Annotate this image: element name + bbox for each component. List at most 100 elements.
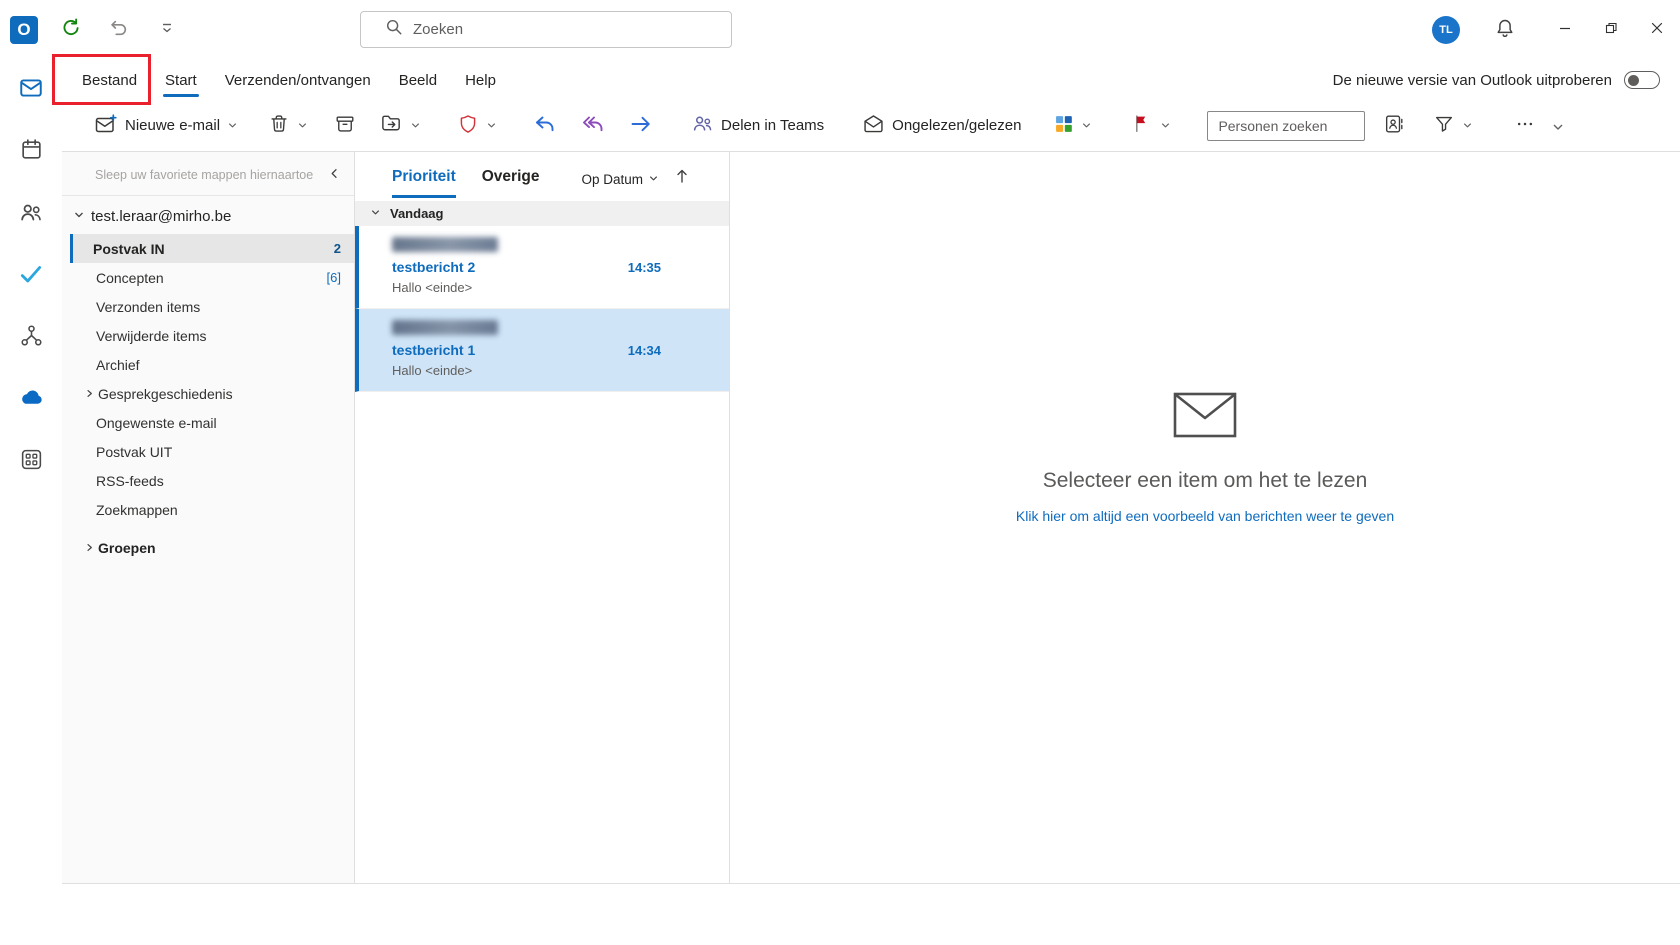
favorites-hint: Sleep uw favoriete mappen hiernaartoe — [95, 168, 354, 182]
message-preview: Hallo <einde> — [392, 363, 717, 378]
teams-icon — [691, 112, 714, 139]
folder-label: Archief — [96, 357, 140, 373]
message-subject: testbericht 2 — [392, 259, 475, 275]
address-book-button[interactable] — [1375, 108, 1413, 144]
message-subject: testbericht 1 — [392, 342, 475, 358]
people-search-input[interactable] — [1207, 111, 1365, 141]
categorize-button[interactable] — [1045, 108, 1100, 144]
move-to-button[interactable] — [372, 108, 429, 144]
more-apps-button[interactable] — [17, 448, 45, 476]
shield-icon — [457, 113, 479, 139]
search-box[interactable] — [360, 11, 732, 48]
chevron-right-icon — [84, 386, 95, 402]
tab-bestand[interactable]: Bestand — [68, 60, 151, 100]
chevron-down-icon — [1551, 120, 1565, 138]
group-header-today[interactable]: Vandaag — [355, 201, 729, 226]
tab-verzenden-ontvangen[interactable]: Verzenden/ontvangen — [211, 60, 385, 100]
sort-by-button[interactable]: Op Datum — [581, 172, 659, 198]
forward-button[interactable] — [621, 108, 661, 144]
report-button[interactable] — [449, 108, 505, 144]
tab-beeld[interactable]: Beeld — [385, 60, 451, 100]
folder-rss-feeds[interactable]: RSS-feeds — [70, 466, 354, 495]
chevron-right-icon — [84, 540, 95, 556]
todo-module-button[interactable] — [17, 262, 45, 290]
quick-access-menu-button[interactable] — [152, 15, 182, 45]
folder-label: Gesprekgeschiedenis — [98, 386, 233, 402]
archive-icon — [334, 113, 356, 139]
trash-icon — [268, 113, 290, 139]
tab-focused[interactable]: Prioriteit — [392, 168, 456, 198]
new-outlook-label: De nieuwe versie van Outlook uitproberen — [1333, 72, 1612, 89]
tab-help[interactable]: Help — [451, 60, 510, 100]
reply-all-icon — [581, 112, 605, 140]
tab-other[interactable]: Overige — [482, 168, 540, 198]
folder-label: Zoekmappen — [96, 502, 178, 518]
flag-icon — [1132, 113, 1153, 138]
calendar-module-button[interactable] — [17, 138, 45, 166]
folder-junk[interactable]: Ongewenste e-mail — [70, 408, 354, 437]
always-preview-link[interactable]: Klik hier om altijd een voorbeeld van be… — [1016, 508, 1394, 524]
archive-button[interactable] — [326, 108, 364, 144]
folder-inbox[interactable]: Postvak IN 2 — [70, 234, 354, 263]
folder-pane: Sleep uw favoriete mappen hiernaartoe te… — [62, 152, 355, 883]
chevron-down-icon — [160, 21, 174, 40]
more-options-button[interactable] — [1507, 108, 1543, 144]
notifications-button[interactable] — [1490, 15, 1520, 45]
tab-start[interactable]: Start — [151, 60, 211, 100]
folder-search-folders[interactable]: Zoekmappen — [70, 495, 354, 524]
todo-check-icon — [18, 261, 44, 292]
filter-button[interactable] — [1425, 108, 1481, 144]
address-book-icon — [1383, 113, 1405, 139]
chevron-left-icon — [328, 167, 341, 183]
people-module-button[interactable] — [17, 200, 45, 228]
divider — [62, 195, 354, 196]
folder-drafts[interactable]: Concepten [6] — [70, 263, 354, 292]
folder-conversation-history[interactable]: Gesprekgeschiedenis — [70, 379, 354, 408]
folder-archive[interactable]: Archief — [70, 350, 354, 379]
collapse-pane-button[interactable] — [328, 167, 341, 183]
delete-button[interactable] — [260, 108, 316, 144]
folder-label: Ongewenste e-mail — [96, 415, 217, 431]
folder-label: Postvak UIT — [96, 444, 172, 460]
close-button[interactable] — [1634, 0, 1680, 60]
groups-label: Groepen — [98, 540, 156, 556]
flag-button[interactable] — [1124, 108, 1179, 144]
chevron-down-icon — [73, 208, 85, 225]
new-outlook-toggle[interactable] — [1624, 71, 1660, 89]
chevron-down-icon — [370, 206, 381, 221]
mail-module-button[interactable] — [17, 76, 45, 104]
minimize-button[interactable] — [1542, 0, 1588, 60]
sender-redacted — [392, 237, 498, 252]
reply-all-button[interactable] — [573, 108, 613, 144]
new-email-button[interactable]: Nieuwe e-mail — [86, 108, 246, 144]
reply-button[interactable] — [525, 108, 565, 144]
close-icon — [1650, 21, 1664, 40]
folder-label: RSS-feeds — [96, 473, 164, 489]
chevron-down-icon — [297, 120, 308, 131]
folder-sent-items[interactable]: Verzonden items — [70, 292, 354, 321]
message-row[interactable]: testbericht 2 14:35 Hallo <einde> — [355, 226, 729, 309]
share-teams-button[interactable]: Delen in Teams — [683, 108, 832, 144]
chevron-down-icon — [1081, 120, 1092, 131]
sort-direction-button[interactable] — [675, 168, 689, 198]
message-list-pane: Prioriteit Overige Op Datum — [355, 152, 730, 883]
folder-deleted-items[interactable]: Verwijderde items — [70, 321, 354, 350]
folder-outbox[interactable]: Postvak UIT — [70, 437, 354, 466]
onedrive-module-button[interactable] — [17, 386, 45, 414]
account-row[interactable]: test.leraar@mirho.be — [62, 198, 354, 234]
share-teams-label: Delen in Teams — [721, 117, 824, 134]
arrow-up-icon — [675, 171, 689, 188]
org-chart-icon — [19, 323, 44, 353]
message-row[interactable]: testbericht 1 14:34 Hallo <einde> — [355, 309, 729, 392]
org-module-button[interactable] — [17, 324, 45, 352]
groups-section[interactable]: Groepen — [70, 533, 354, 562]
ribbon-collapse-button[interactable] — [1543, 111, 1573, 147]
sync-button[interactable] — [56, 15, 86, 45]
undo-button[interactable] — [104, 15, 134, 45]
account-avatar[interactable]: TL — [1432, 16, 1460, 44]
search-input[interactable] — [413, 21, 693, 38]
message-preview: Hallo <einde> — [392, 280, 717, 295]
restore-button[interactable] — [1588, 0, 1634, 60]
read-unread-button[interactable]: Ongelezen/gelezen — [854, 108, 1029, 144]
new-email-label: Nieuwe e-mail — [125, 117, 220, 134]
